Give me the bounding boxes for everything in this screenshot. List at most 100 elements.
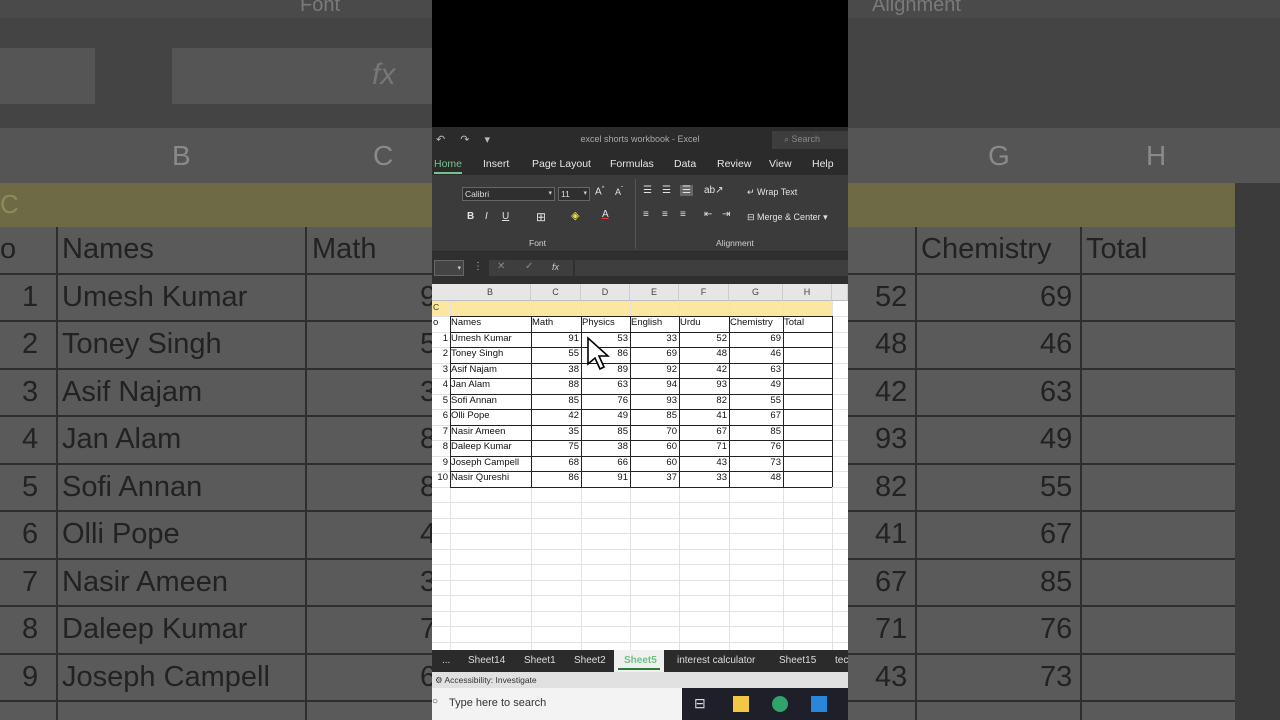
cell[interactable]: 49 xyxy=(729,378,783,394)
cancel-button[interactable]: ✕ xyxy=(497,261,505,272)
cell[interactable]: 46 xyxy=(729,347,783,363)
cell[interactable]: 10 xyxy=(432,471,450,487)
total-cell[interactable] xyxy=(783,378,832,394)
align-left-icon[interactable]: ≡ xyxy=(643,209,649,220)
total-cell[interactable] xyxy=(783,332,832,348)
tab-data[interactable]: Data xyxy=(674,158,696,170)
column-header[interactable]: H xyxy=(783,284,832,301)
total-cell[interactable] xyxy=(783,425,832,441)
edge-icon[interactable] xyxy=(772,696,788,712)
wrap-text-button[interactable]: ↵ Wrap Text xyxy=(747,187,797,198)
cell[interactable]: 73 xyxy=(729,456,783,472)
cell[interactable]: 85 xyxy=(630,409,679,425)
align-middle-icon[interactable]: ☰ xyxy=(662,185,671,196)
tab-review[interactable]: Review xyxy=(717,158,751,170)
cell[interactable]: 63 xyxy=(581,378,630,394)
cell[interactable]: o xyxy=(432,316,450,332)
total-cell[interactable] xyxy=(783,347,832,363)
cell[interactable]: Names xyxy=(450,316,531,332)
tab-home[interactable]: Home xyxy=(434,158,462,170)
align-right-icon[interactable]: ≡ xyxy=(680,209,686,220)
cell[interactable]: Toney Singh xyxy=(450,347,531,363)
cell[interactable]: 69 xyxy=(729,332,783,348)
cell[interactable]: 85 xyxy=(531,394,581,410)
cell[interactable]: Umesh Kumar xyxy=(450,332,531,348)
align-center-icon[interactable]: ≡ xyxy=(662,209,668,220)
cell[interactable]: 67 xyxy=(679,425,729,441)
cell[interactable]: 2 xyxy=(432,347,450,363)
sheet-tab[interactable]: interest calculator xyxy=(677,655,755,666)
cell[interactable]: 85 xyxy=(581,425,630,441)
tab-insert[interactable]: Insert xyxy=(483,158,509,170)
cell[interactable]: 33 xyxy=(679,471,729,487)
sheet-tab[interactable]: Sheet1 xyxy=(524,655,556,666)
name-box[interactable]: ▾ xyxy=(434,260,464,276)
column-header[interactable]: G xyxy=(729,284,783,301)
cell[interactable]: 60 xyxy=(630,456,679,472)
cell[interactable]: 76 xyxy=(729,440,783,456)
formula-input[interactable] xyxy=(575,260,848,276)
cell[interactable]: 5 xyxy=(432,394,450,410)
cell[interactable]: 6 xyxy=(432,409,450,425)
font-color-icon[interactable]: A xyxy=(602,209,609,220)
spreadsheet-grid[interactable]: BCDEFGH C o Names Math Physics English Urdu Ch… xyxy=(432,284,848,650)
font-name-select[interactable]: Calibri ▾ xyxy=(462,187,555,201)
cell[interactable]: 86 xyxy=(531,471,581,487)
italic-button[interactable]: I xyxy=(485,211,488,222)
cell[interactable]: 60 xyxy=(630,440,679,456)
column-header[interactable]: C xyxy=(531,284,581,301)
cell[interactable]: 88 xyxy=(531,378,581,394)
cell[interactable]: 3 xyxy=(432,363,450,379)
total-cell[interactable] xyxy=(783,409,832,425)
cell[interactable]: 92 xyxy=(630,363,679,379)
cell[interactable]: 8 xyxy=(432,440,450,456)
orientation-icon[interactable]: ab↗ xyxy=(704,185,724,196)
tab-formulas[interactable]: Formulas xyxy=(610,158,654,170)
cell[interactable]: 75 xyxy=(531,440,581,456)
taskbar-search[interactable]: ○ Type here to search xyxy=(432,688,682,720)
cell[interactable]: 48 xyxy=(679,347,729,363)
cell[interactable]: 43 xyxy=(679,456,729,472)
merge-center-button[interactable]: ⊟ Merge & Center ▾ xyxy=(747,212,828,223)
decrease-font-button[interactable]: Aˇ xyxy=(615,187,623,197)
increase-indent-icon[interactable]: ⇥ xyxy=(722,209,730,220)
font-size-select[interactable]: 11 ▾ xyxy=(558,187,590,201)
sheet-tab[interactable]: Sheet14 xyxy=(468,655,505,666)
cell[interactable]: Sofi Annan xyxy=(450,394,531,410)
fill-color-icon[interactable]: ◈ xyxy=(571,209,579,222)
cell[interactable]: Asif Najam xyxy=(450,363,531,379)
decrease-indent-icon[interactable]: ⇤ xyxy=(704,209,712,220)
sheet-tabs-more[interactable]: ... xyxy=(442,655,450,666)
task-view-icon[interactable]: ⊟ xyxy=(694,695,710,711)
cell[interactable]: 37 xyxy=(630,471,679,487)
cell[interactable]: 67 xyxy=(729,409,783,425)
cell[interactable]: 66 xyxy=(581,456,630,472)
cell[interactable]: Total xyxy=(783,316,832,332)
total-cell[interactable] xyxy=(783,394,832,410)
enter-button[interactable]: ✓ xyxy=(525,261,533,272)
bold-button[interactable]: B xyxy=(467,211,474,222)
cell[interactable]: Urdu xyxy=(679,316,729,332)
cell[interactable]: 38 xyxy=(581,440,630,456)
sheet-tab-active[interactable]: Sheet5 xyxy=(624,655,657,666)
column-header[interactable] xyxy=(832,284,848,301)
sheet-tab[interactable]: tec xyxy=(835,655,848,666)
cell[interactable]: 55 xyxy=(729,394,783,410)
cell[interactable]: 9 xyxy=(432,456,450,472)
tab-page-layout[interactable]: Page Layout xyxy=(532,158,591,170)
cell[interactable]: 93 xyxy=(679,378,729,394)
total-cell[interactable] xyxy=(783,456,832,472)
cell[interactable]: 68 xyxy=(531,456,581,472)
cell[interactable]: 85 xyxy=(729,425,783,441)
cell[interactable]: 69 xyxy=(630,347,679,363)
cell[interactable]: 42 xyxy=(679,363,729,379)
sheet-tab[interactable]: Sheet2 xyxy=(574,655,606,666)
cell[interactable]: Jan Alam xyxy=(450,378,531,394)
cell[interactable]: 1 xyxy=(432,332,450,348)
cell[interactable]: 38 xyxy=(531,363,581,379)
cell[interactable]: 93 xyxy=(630,394,679,410)
cell[interactable]: 35 xyxy=(531,425,581,441)
cell[interactable]: 91 xyxy=(581,471,630,487)
cell[interactable]: Chemistry xyxy=(729,316,783,332)
tab-help[interactable]: Help xyxy=(812,158,834,170)
